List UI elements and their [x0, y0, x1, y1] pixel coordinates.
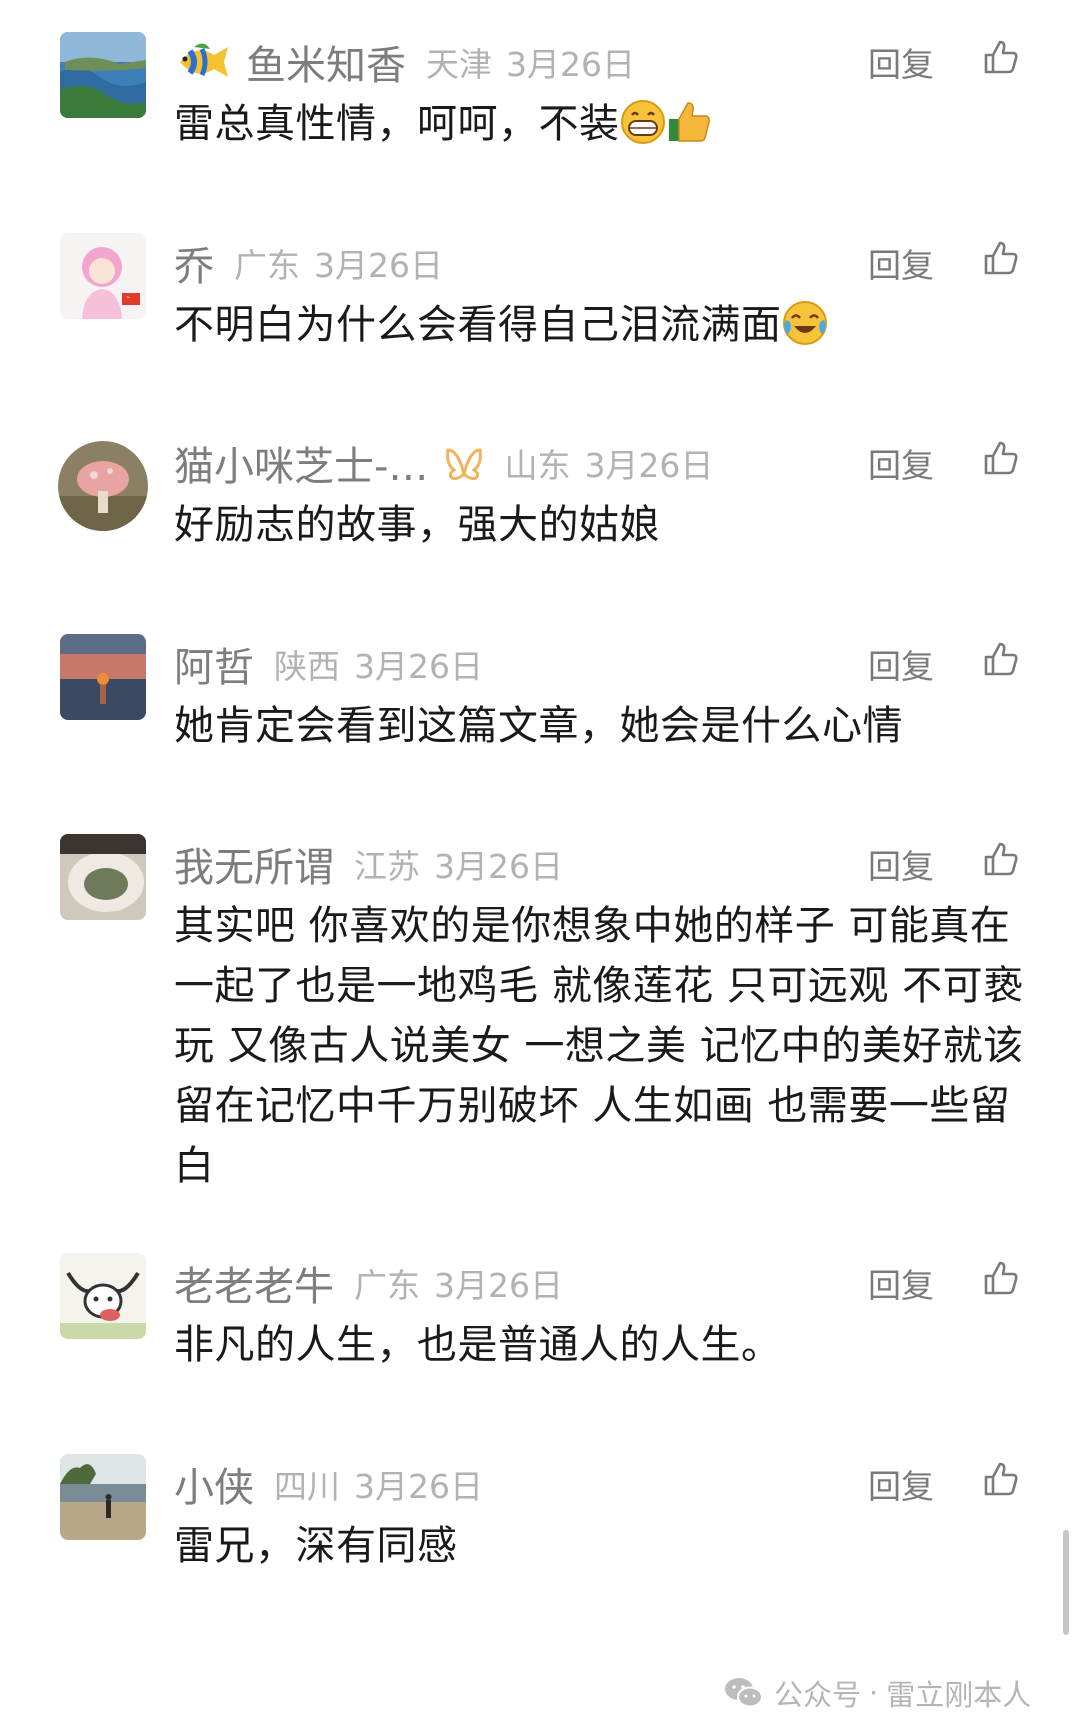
grin-emoji-icon: [620, 100, 665, 144]
user-name[interactable]: 小侠: [174, 1455, 254, 1513]
watermark: 公众号 · 雷立刚本人: [724, 1670, 1031, 1716]
comment-date: 3月26日: [354, 647, 483, 686]
reply-button[interactable]: 回复: [868, 840, 934, 888]
user-name[interactable]: 老老老牛: [174, 1254, 334, 1312]
user-region: 广东: [234, 246, 300, 285]
thumbs-up-icon[interactable]: [982, 239, 1020, 277]
thumbs-up-icon[interactable]: [982, 1460, 1020, 1498]
comment-date: 3月26日: [506, 45, 635, 84]
thumbs-up-icon[interactable]: [982, 840, 1020, 878]
avatar[interactable]: [60, 634, 146, 720]
comment-text-content: 非凡的人生，也是普通人的人生。: [174, 1322, 782, 1368]
comment-header: 猫小咪芝士-… 山东 3月26日: [174, 433, 713, 493]
comment-text: 雷总真性情，呵呵，不装: [174, 94, 1024, 154]
user-name[interactable]: 阿哲: [174, 635, 254, 693]
user-name[interactable]: 猫小咪芝士-…: [174, 434, 428, 492]
watermark-separator: ·: [869, 1676, 879, 1710]
thumbs-up-icon[interactable]: [982, 38, 1020, 76]
crying-laughing-emoji-icon: [782, 301, 827, 345]
comment-text: 不明白为什么会看得自己泪流满面: [174, 295, 1024, 355]
reply-button[interactable]: 回复: [868, 439, 934, 487]
comment-text-content: 好励志的故事，强大的姑娘: [174, 502, 660, 548]
reply-button[interactable]: 回复: [868, 239, 934, 287]
comment-info: 江苏 3月26日: [354, 840, 563, 888]
user-region: 山东: [504, 446, 571, 485]
comment-text-content: 其实吧 你喜欢的是你想象中她的样子 可能真在一起了也是一地鸡毛 就像莲花 只可远…: [174, 903, 1024, 1189]
comment-info: 广东 3月26日: [234, 239, 443, 287]
fish-emoji-icon: [174, 39, 232, 85]
comment-text-content: 雷总真性情，呵呵，不装: [174, 101, 620, 147]
user-region: 天津: [426, 45, 492, 84]
comment-header: 老老老牛 广东 3月26日: [174, 1253, 563, 1313]
comment-info: 四川 3月26日: [274, 1460, 483, 1508]
butterfly-badge-icon: [444, 444, 484, 482]
watermark-account: 雷立刚本人: [886, 1678, 1032, 1712]
avatar[interactable]: [60, 834, 146, 920]
wechat-icon: [725, 1678, 763, 1708]
comment-header: 鱼米知香 天津 3月26日: [174, 32, 635, 92]
comment-text: 非凡的人生，也是普通人的人生。: [174, 1315, 1024, 1375]
watermark-label: 公众号: [774, 1678, 862, 1712]
thumbs-up-icon[interactable]: [982, 640, 1020, 678]
reply-button[interactable]: 回复: [868, 1460, 934, 1508]
comment-text-content: 不明白为什么会看得自己泪流满面: [174, 302, 782, 348]
comment-info: 山东 3月26日: [504, 439, 713, 487]
comment-text-content: 她肯定会看到这篇文章，她会是什么心情: [174, 703, 903, 749]
comment-date: 3月26日: [354, 1467, 483, 1506]
avatar[interactable]: [60, 233, 146, 319]
scrollbar[interactable]: [1063, 1530, 1069, 1635]
comment-date: 3月26日: [434, 847, 563, 886]
comment-header: 我无所谓 江苏 3月26日: [174, 834, 563, 894]
avatar[interactable]: [60, 1253, 146, 1339]
comment-date: 3月26日: [314, 246, 443, 285]
thumbs-up-icon[interactable]: [982, 1259, 1020, 1297]
avatar[interactable]: [60, 1454, 146, 1540]
avatar[interactable]: [58, 441, 148, 531]
comment-text: 她肯定会看到这篇文章，她会是什么心情: [174, 696, 1024, 756]
comment-info: 天津 3月26日: [426, 38, 635, 86]
user-region: 江苏: [354, 847, 420, 886]
thumbs-up-icon[interactable]: [982, 439, 1020, 477]
comment-header: 阿哲 陕西 3月26日: [174, 634, 483, 694]
user-region: 四川: [274, 1467, 340, 1506]
user-region: 广东: [354, 1266, 420, 1305]
user-name[interactable]: 我无所谓: [174, 835, 334, 893]
user-name[interactable]: 乔: [174, 234, 214, 292]
user-region: 陕西: [274, 647, 340, 686]
comment-date: 3月26日: [584, 446, 714, 485]
reply-button[interactable]: 回复: [868, 640, 934, 688]
comment-info: 陕西 3月26日: [274, 640, 483, 688]
reply-button[interactable]: 回复: [868, 38, 934, 86]
thumbs-up-emoji-icon: [668, 102, 710, 142]
avatar[interactable]: [60, 32, 146, 118]
comment-header: 小侠 四川 3月26日: [174, 1454, 483, 1514]
comment-text: 好励志的故事，强大的姑娘: [174, 495, 1024, 555]
comment-header: 乔 广东 3月26日: [174, 233, 443, 293]
comment-info: 广东 3月26日: [354, 1259, 563, 1307]
comment-text-content: 雷兄，深有同感: [174, 1523, 458, 1569]
comment-date: 3月26日: [434, 1266, 563, 1305]
reply-button[interactable]: 回复: [868, 1259, 934, 1307]
comment-text: 雷兄，深有同感: [174, 1516, 1024, 1576]
user-name[interactable]: 鱼米知香: [246, 33, 406, 91]
comment-text: 其实吧 你喜欢的是你想象中她的样子 可能真在一起了也是一地鸡毛 就像莲花 只可远…: [174, 896, 1024, 1196]
